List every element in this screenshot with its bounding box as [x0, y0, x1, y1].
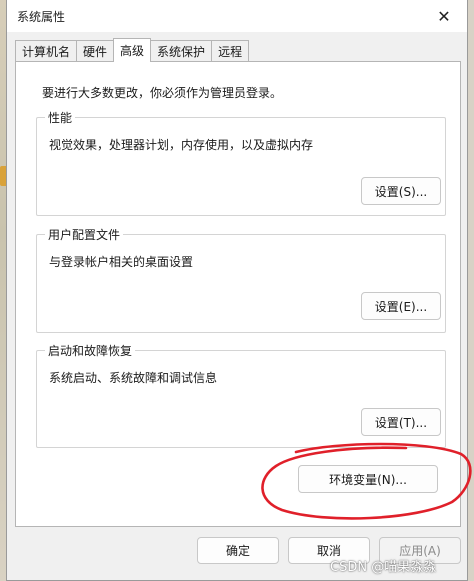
startup-recovery-legend: 启动和故障恢复: [45, 342, 136, 359]
startup-recovery-group: 启动和故障恢复 系统启动、系统故障和调试信息 设置(T)...: [36, 342, 446, 448]
system-properties-dialog: 系统属性 ✕ 计算机名 硬件 高级 系统保护 远程 要进行大多数更改，你必须作为…: [6, 0, 468, 581]
advanced-tab-panel: 要进行大多数更改，你必须作为管理员登录。 性能 视觉效果，处理器计划，内存使用，…: [15, 61, 461, 527]
user-profiles-settings-button[interactable]: 设置(E)...: [361, 292, 441, 320]
tab-system-protection[interactable]: 系统保护: [150, 40, 213, 62]
close-icon: ✕: [437, 6, 451, 26]
tab-strip: 计算机名 硬件 高级 系统保护 远程: [15, 38, 250, 62]
performance-description: 视觉效果，处理器计划，内存使用，以及虚拟内存: [49, 138, 314, 152]
startup-recovery-description: 系统启动、系统故障和调试信息: [49, 371, 218, 385]
title-bar[interactable]: 系统属性 ✕: [7, 0, 467, 32]
performance-legend: 性能: [45, 109, 76, 126]
user-profiles-group: 用户配置文件 与登录帐户相关的桌面设置 设置(E)...: [36, 226, 446, 333]
performance-settings-button[interactable]: 设置(S)...: [361, 177, 441, 205]
tab-computer-name[interactable]: 计算机名: [15, 40, 78, 62]
startup-recovery-settings-button[interactable]: 设置(T)...: [361, 408, 441, 436]
close-button[interactable]: ✕: [421, 0, 467, 32]
user-profiles-description: 与登录帐户相关的桌面设置: [49, 255, 194, 269]
user-profiles-legend: 用户配置文件: [45, 226, 124, 243]
tab-remote[interactable]: 远程: [211, 40, 250, 62]
tab-hardware[interactable]: 硬件: [76, 40, 115, 62]
csdn-watermark: CSDN @喵果淼淼: [330, 560, 437, 575]
tab-advanced[interactable]: 高级: [113, 38, 152, 62]
ok-button[interactable]: 确定: [197, 537, 279, 564]
window-title: 系统属性: [17, 9, 66, 24]
performance-group: 性能 视觉效果，处理器计划，内存使用，以及虚拟内存 设置(S)...: [36, 109, 446, 216]
admin-note: 要进行大多数更改，你必须作为管理员登录。: [42, 86, 283, 100]
environment-variables-button[interactable]: 环境变量(N)...: [298, 465, 438, 493]
